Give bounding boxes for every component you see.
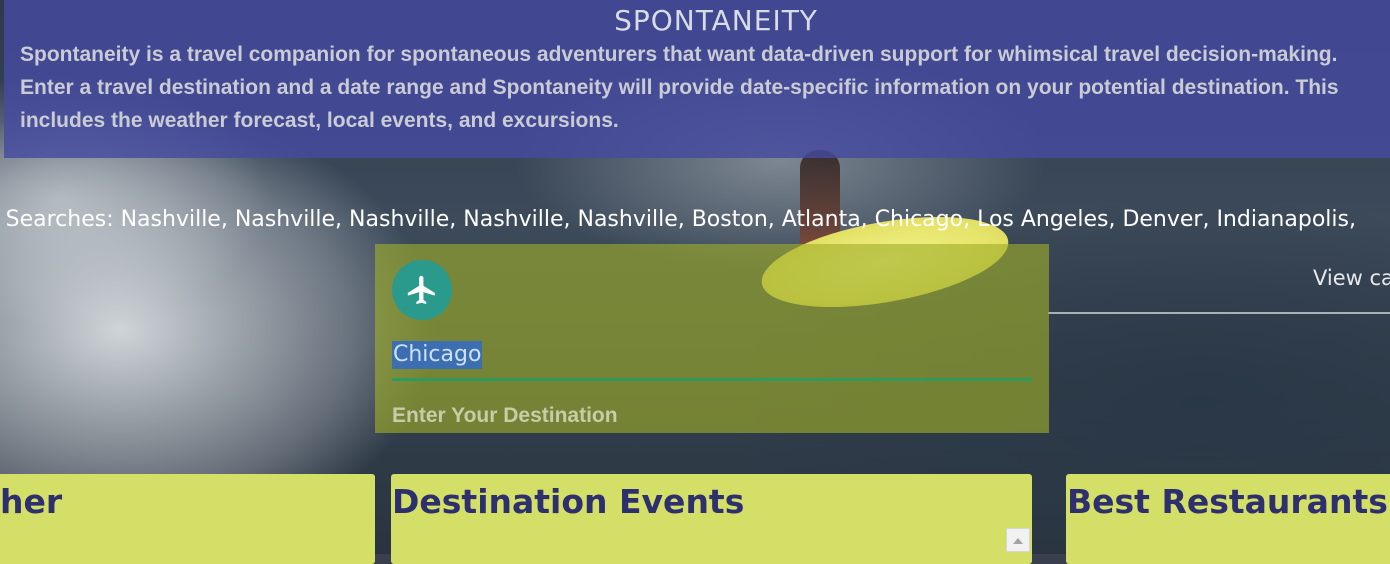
restaurants-card: Best Restaurants: [1066, 474, 1390, 564]
airplane-icon: [407, 275, 435, 305]
events-card-title: Destination Events: [392, 482, 745, 521]
chevron-up-icon: [1013, 537, 1023, 544]
destination-input[interactable]: [392, 338, 1032, 381]
events-card: Destination Events: [391, 474, 1032, 564]
destination-label: Enter Your Destination: [392, 404, 618, 427]
site-title: SPONTANEITY: [614, 4, 818, 37]
recent-searches: t Searches: Nashville, Nashville, Nashvi…: [0, 207, 1356, 232]
scroll-up-button[interactable]: [1006, 528, 1030, 552]
site-header: SPONTANEITY Spontaneity is a travel comp…: [4, 0, 1390, 158]
weather-card-title: her: [0, 482, 63, 521]
restaurants-card-title: Best Restaurants: [1067, 482, 1388, 521]
view-link[interactable]: View ca: [1313, 266, 1390, 290]
destination-value: Chicago: [392, 341, 483, 369]
tab-underline: [1048, 312, 1390, 314]
site-description: Spontaneity is a travel companion for sp…: [20, 43, 1339, 132]
search-panel: Chicago Enter Your Destination: [375, 244, 1049, 433]
search-button[interactable]: [392, 260, 452, 320]
weather-card: her: [0, 474, 375, 564]
